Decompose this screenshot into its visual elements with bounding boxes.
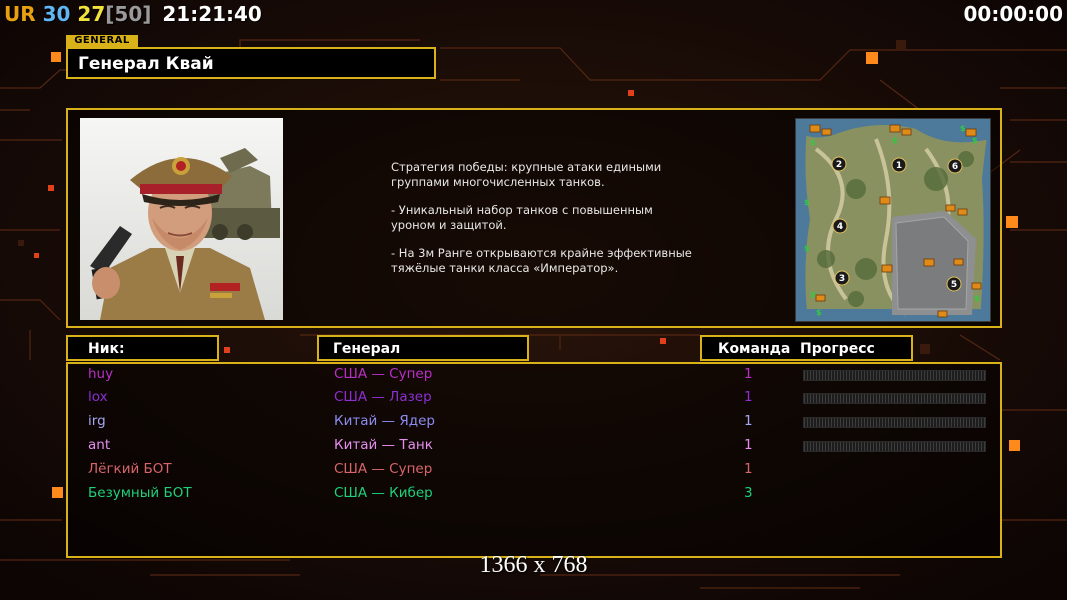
player-nick: ant [88, 437, 111, 453]
player-nick: Безумный БОТ [88, 485, 192, 501]
map-start-2: 2 [836, 160, 842, 170]
player-general: США — Кибер [334, 485, 433, 501]
header-progress-label: Прогресс [800, 341, 875, 357]
hud-value-1: 30 [42, 2, 71, 26]
player-general: США — Супер [334, 366, 433, 382]
general-name: Генерал Квай [78, 54, 214, 74]
hud-clock: 21:21:40 [162, 2, 262, 26]
header-team-label: Команда [718, 341, 791, 357]
player-team: 1 [744, 366, 753, 382]
general-name-header: Генерал Квай [66, 47, 436, 79]
general-section-label: GENERAL [66, 35, 138, 47]
player-team: 1 [744, 437, 753, 453]
player-general: США — Супер [334, 461, 433, 477]
svg-text:$: $ [974, 294, 980, 303]
player-nick: irg [88, 413, 106, 429]
svg-text:$: $ [810, 290, 816, 299]
hud-stats: UR 30 27[50] 21:21:40 [4, 2, 262, 26]
player-general: США — Лазер [334, 389, 432, 405]
svg-text:$: $ [960, 124, 966, 133]
player-nick: Лёгкий БОТ [88, 461, 172, 477]
description-feature-2: - На 3м Ранге открываются крайне эффекти… [391, 246, 692, 275]
map-start-6: 6 [952, 162, 958, 172]
player-general: Китай — Ядер [334, 413, 435, 429]
hud-value-3: [50] [105, 2, 152, 26]
player-general: Китай — Танк [334, 437, 433, 453]
player-team: 3 [744, 485, 753, 501]
header-general-label: Генерал [333, 341, 401, 357]
match-timer: 00:00:00 [963, 2, 1064, 26]
map-start-1: 1 [896, 161, 902, 171]
header-nick: Ник: [66, 335, 219, 361]
svg-text:$: $ [804, 198, 810, 207]
player-nick: huy [88, 366, 114, 382]
description-feature-1: - Уникальный набор танков с повышенным у… [391, 203, 653, 232]
header-nick-label: Ник: [88, 341, 125, 357]
map-start-5: 5 [951, 280, 957, 290]
players-panel [66, 362, 1002, 558]
header-team-progress: Команда Прогресс [700, 335, 913, 361]
player-nick: lox [88, 389, 108, 405]
general-description: Стратегия победы: крупные атаки едиными … [391, 160, 751, 289]
svg-text:$: $ [810, 138, 816, 147]
map-start-3: 3 [839, 274, 845, 284]
player-team: 1 [744, 389, 753, 405]
player-team: 1 [744, 461, 753, 477]
map-start-4: 4 [837, 222, 843, 232]
resolution-label: 1366 x 768 [479, 552, 588, 578]
svg-text:$: $ [816, 308, 822, 317]
general-portrait [80, 118, 283, 320]
header-general: Генерал [317, 335, 529, 361]
map-preview: $ $ $ $ $ $ $ $ $ 2 1 6 4 3 5 [795, 118, 991, 322]
svg-text:$: $ [804, 244, 810, 253]
player-team: 1 [744, 413, 753, 429]
progress-bar [803, 441, 986, 452]
svg-text:$: $ [892, 136, 898, 145]
description-strategy: Стратегия победы: крупные атаки едиными … [391, 160, 662, 189]
progress-bar [803, 370, 986, 381]
hud-value-2: 27 [77, 2, 106, 26]
hud-tag: UR [4, 2, 36, 26]
progress-bar [803, 417, 986, 428]
progress-bar [803, 393, 986, 404]
svg-text:$: $ [972, 136, 978, 145]
